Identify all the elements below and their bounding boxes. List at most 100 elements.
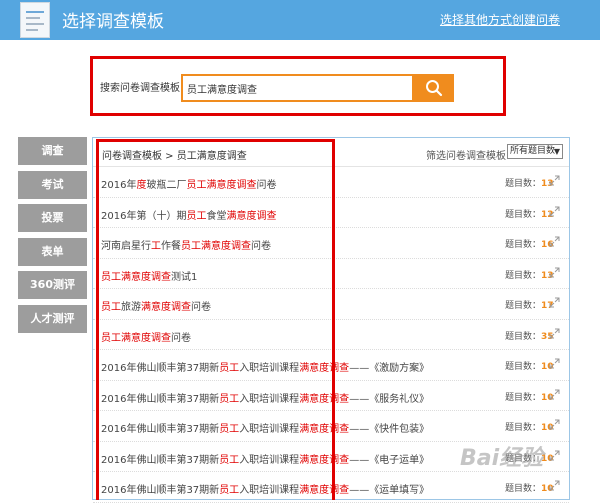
keyword-highlight: 满意度调查	[299, 363, 350, 374]
question-count-label: 题目数：	[505, 362, 542, 372]
question-count-label: 题目数：	[505, 331, 542, 342]
list-item: 2016年佛山顺丰第37期新员工入职培训课程满意度调查——《快件包装》 题目数：1…	[93, 411, 569, 442]
template-title-link[interactable]: 2016年佛山顺丰第37期新员工入职培训课程满意度调查——《激励方案》	[101, 359, 429, 374]
template-title-link[interactable]: 2016年佛山顺丰第37期新员工入职培训课程满意度调查——《服务礼仪》	[101, 390, 429, 405]
panel-header: 问卷调查模板 > 员工满意度调查 筛选问卷调查模板： 所有题目数 ▼	[93, 138, 569, 167]
template-title-link[interactable]: 员工满意度调查测试1	[101, 268, 197, 283]
side-nav-item[interactable]: 投票	[18, 204, 87, 232]
keyword-highlight: 员工	[101, 302, 121, 313]
expand-preview-icon[interactable]	[549, 267, 560, 278]
title-text: 2016年佛山顺丰第37期新	[101, 485, 220, 496]
search-label: 搜索问卷调查模板：	[100, 83, 190, 94]
title-text: 测试1	[171, 271, 198, 283]
side-nav-item[interactable]: 人才测评	[18, 304, 87, 333]
title-text: ——《激励方案》	[349, 363, 430, 374]
breadcrumb: 问卷调查模板 > 员工满意度调查	[102, 151, 247, 162]
title-text: 旅游	[121, 302, 141, 313]
side-nav-item[interactable]: 360测评	[18, 271, 87, 299]
side-nav-item[interactable]: 调查	[18, 137, 87, 165]
list-item: 2016年佛山顺丰第37期新员工入职培训课程满意度调查——《服务礼仪》 题目数：1…	[93, 381, 569, 411]
expand-preview-icon[interactable]	[549, 389, 560, 400]
question-count: 题目数：10	[505, 420, 554, 433]
search-input[interactable]	[181, 74, 414, 102]
keyword-highlight: 员工满意度调查	[101, 332, 171, 344]
template-title-link[interactable]: 2016年度玻瓶二厂员工满意度调查问卷	[101, 176, 276, 191]
expand-preview-icon[interactable]	[549, 297, 560, 308]
question-count-label: 题目数：	[505, 423, 542, 433]
question-count: 题目数：13	[505, 268, 554, 281]
caret-down-icon: ▼	[553, 147, 560, 156]
side-nav-item[interactable]: 表单	[18, 237, 87, 266]
title-text: 入职培训课程	[239, 393, 300, 405]
template-list: 2016年度玻瓶二厂员工满意度调查问卷 题目数：13 2016年第（十）期员工食堂满…	[93, 167, 569, 503]
expand-preview-icon[interactable]	[549, 175, 560, 186]
question-count-label: 题目数：	[505, 392, 542, 403]
question-count: 题目数：10	[505, 481, 554, 494]
keyword-highlight: 员工	[219, 393, 240, 405]
keyword-highlight: 满意度调查	[299, 424, 350, 435]
keyword-highlight: 员工满意度调查	[186, 180, 257, 191]
list-item: 2016年佛山顺丰第37期新员工入职培训课程满意度调查——《运单填写》 题目数：1…	[93, 472, 569, 503]
title-text: 2016年佛山顺丰第37期新	[101, 454, 220, 466]
page-title: 选择调查模板	[62, 12, 164, 32]
keyword-highlight: 员工	[219, 363, 240, 374]
keyword-highlight: 员工	[219, 454, 240, 466]
template-title-link[interactable]: 员工旅游满意度调查问卷	[101, 298, 211, 313]
title-text: 2016年第（十）期	[101, 210, 187, 222]
question-count: 题目数：35	[505, 329, 554, 342]
question-count: 题目数：10	[505, 359, 554, 372]
keyword-highlight: 满意度调查	[299, 454, 350, 466]
list-item: 2016年佛山顺丰第37期新员工入职培训课程满意度调查——《激励方案》 题目数：1…	[93, 350, 569, 381]
list-item: 2016年佛山顺丰第37期新员工入职培训课程满意度调查——《电子运单》 题目数：1…	[93, 442, 569, 472]
list-item: 员工满意度调查测试1 题目数：13	[93, 259, 569, 289]
list-item: 员工满意度调查问卷 题目数：35	[93, 320, 569, 350]
question-count-label: 题目数：	[505, 301, 542, 311]
search-button[interactable]	[414, 74, 454, 102]
expand-preview-icon[interactable]	[549, 206, 560, 217]
title-text: 2016年	[101, 180, 137, 191]
question-count-label: 题目数：	[505, 484, 542, 494]
title-text: 问卷	[251, 241, 271, 252]
title-text: 问卷	[256, 180, 277, 191]
expand-preview-icon[interactable]	[549, 236, 560, 247]
title-text: ——《服务礼仪》	[349, 393, 430, 405]
question-count-label: 题目数：	[505, 240, 542, 250]
template-list-panel: 问卷调查模板 > 员工满意度调查 筛选问卷调查模板： 所有题目数 ▼ 2016年…	[92, 137, 570, 503]
template-title-link[interactable]: 2016年佛山顺丰第37期新员工入职培训课程满意度调查——《快件包装》	[101, 420, 429, 435]
question-count: 题目数：10	[505, 451, 554, 464]
expand-preview-icon[interactable]	[549, 358, 560, 369]
title-text: 问卷	[171, 332, 191, 344]
question-count: 题目数：12	[505, 207, 554, 220]
expand-preview-icon[interactable]	[549, 480, 560, 491]
expand-preview-icon[interactable]	[549, 419, 560, 430]
template-title-link[interactable]: 2016年第（十）期员工食堂满意度调查	[101, 207, 276, 222]
keyword-highlight: 满意度调查	[299, 485, 350, 496]
keyword-highlight: 员工满意度调查	[181, 241, 251, 252]
question-count: 题目数：13	[505, 176, 554, 189]
filter-label: 筛选问卷调查模板：	[426, 151, 516, 162]
side-nav-item[interactable]: 考试	[18, 170, 87, 199]
list-item: 河南启星行工作餐员工满意度调查问卷 题目数：16	[93, 228, 569, 259]
title-text: 河南启星行	[101, 241, 151, 252]
other-create-methods-link[interactable]: 选择其他方式创建问卷	[440, 11, 560, 28]
template-title-link[interactable]: 员工满意度调查问卷	[101, 329, 191, 344]
filter-select[interactable]: 所有题目数 ▼	[507, 144, 563, 159]
template-title-link[interactable]: 2016年佛山顺丰第37期新员工入职培训课程满意度调查——《电子运单》	[101, 451, 429, 466]
top-header: 选择调查模板 选择其他方式创建问卷	[0, 0, 600, 40]
keyword-highlight: 员工	[219, 424, 240, 435]
expand-preview-icon[interactable]	[549, 450, 560, 461]
filter-select-value: 所有题目数	[510, 146, 556, 156]
side-nav: 调查考试投票表单 360测评人才测评	[18, 137, 87, 338]
title-text: 食堂	[206, 210, 227, 222]
question-count-label: 题目数：	[505, 179, 542, 189]
template-title-link[interactable]: 2016年佛山顺丰第37期新员工入职培训课程满意度调查——《运单填写》	[101, 481, 429, 496]
keyword-highlight: 满意度调查	[299, 393, 350, 405]
template-title-link[interactable]: 河南启星行工作餐员工满意度调查问卷	[101, 237, 271, 252]
title-text: 2016年佛山顺丰第37期新	[101, 363, 220, 374]
search-icon	[426, 80, 443, 97]
expand-preview-icon[interactable]	[549, 328, 560, 339]
list-item: 2016年第（十）期员工食堂满意度调查 题目数：12	[93, 198, 569, 228]
keyword-highlight: 工	[151, 241, 161, 252]
question-count-label: 题目数：	[505, 453, 542, 464]
list-item: 员工旅游满意度调查问卷 题目数：17	[93, 289, 569, 320]
